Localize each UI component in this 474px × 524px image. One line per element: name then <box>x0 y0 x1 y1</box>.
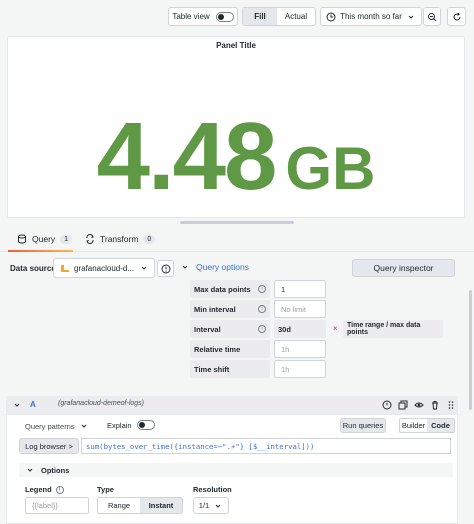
interval-value: 30d <box>274 320 326 338</box>
data-source-help-button[interactable] <box>157 260 174 277</box>
tab-transform-label: Transform <box>100 234 139 244</box>
zoom-out-button[interactable] <box>423 7 441 26</box>
table-view-toggle[interactable]: Table view <box>168 7 238 26</box>
panel-preview: Panel Title 4.48 GB <box>7 36 465 218</box>
stat-number: 4.48 <box>96 103 278 210</box>
pane-splitter[interactable] <box>180 221 294 224</box>
query-options-grid: Max data points i 1 Min interval i No li… <box>190 280 330 380</box>
data-source-name: grafanacloud-d... <box>74 263 135 273</box>
query-expression-editor[interactable]: sum(bytes_over_time({instance=~".+"} [$_… <box>81 438 451 454</box>
explain-toggle[interactable]: Explain <box>107 420 155 430</box>
relative-time-input[interactable]: 1h <box>274 340 326 358</box>
query-options-title: Query options <box>196 262 249 272</box>
drag-icon[interactable] <box>446 400 456 410</box>
query-datasource-name: (grafanacloud-demeof-logs) <box>58 400 144 407</box>
transform-icon <box>86 234 94 244</box>
stat-value: 4.48 GB <box>8 109 464 205</box>
chevron-down-icon <box>215 504 221 508</box>
type-label: Type <box>97 485 114 494</box>
tab-query[interactable]: Query 1 <box>17 234 73 244</box>
tab-transform[interactable]: Transform 0 <box>85 234 156 244</box>
query-options-toggle[interactable]: Query options <box>180 262 249 272</box>
legend-label: Legend <box>25 485 52 494</box>
explain-switch[interactable] <box>136 420 155 430</box>
clock-icon <box>326 12 336 21</box>
database-icon <box>18 234 26 244</box>
tab-query-count: 1 <box>60 234 73 244</box>
resolution-value: 1/1 <box>198 501 210 510</box>
query-patterns-dropdown[interactable]: Query patterns <box>25 421 89 431</box>
query-type-switch: Range Instant <box>97 497 183 514</box>
table-view-switch[interactable] <box>215 11 234 22</box>
interval-explanation: Time range / max data points <box>343 320 443 338</box>
options-title: Options <box>41 465 70 475</box>
info-icon: i <box>55 485 64 494</box>
loki-icon <box>60 263 70 273</box>
help-icon <box>161 264 170 273</box>
explain-label: Explain <box>107 420 132 430</box>
min-interval-input[interactable]: No limit <box>274 300 326 318</box>
legend-label-group: Legend i <box>25 485 64 494</box>
actual-button[interactable]: Actual <box>277 8 315 25</box>
query-editor: Query patterns Explain Run queries Build… <box>6 414 458 524</box>
query-row-header: A (grafanacloud-demeof-logs) <box>6 396 458 414</box>
type-instant-button[interactable]: Instant <box>140 498 182 513</box>
refresh-icon <box>453 12 460 20</box>
info-icon: i <box>258 325 266 333</box>
stat-unit: GB <box>285 135 376 202</box>
panel-editor-toolbar: Table view Fill Actual This month so far <box>0 0 474 34</box>
chevron-down-icon <box>141 266 147 270</box>
data-source-label: Data source <box>10 264 56 273</box>
resolution-label: Resolution <box>193 485 232 494</box>
log-browser-button[interactable]: Log browser > <box>19 438 79 454</box>
query-ref-id[interactable]: A <box>30 400 36 409</box>
fill-actual-group: Fill Actual <box>242 7 316 26</box>
trash-icon[interactable] <box>430 400 440 410</box>
time-range-label: This month so far <box>340 12 402 21</box>
relative-time-label: Relative time <box>190 340 270 358</box>
chevron-down-icon <box>182 265 188 269</box>
chevron-down-icon <box>81 424 86 428</box>
options-section-toggle[interactable]: Options <box>19 463 453 477</box>
interval-multiply-sign: × <box>333 324 338 333</box>
editor-mode-switch: Builder Code <box>399 418 455 433</box>
type-range-button[interactable]: Range <box>98 498 140 513</box>
eye-icon[interactable] <box>414 400 424 410</box>
data-source-picker[interactable]: grafanacloud-d... <box>53 258 155 278</box>
tab-query-label: Query <box>32 234 56 244</box>
editor-tabs: Query 1 Transform 0 <box>0 226 474 252</box>
help-icon[interactable] <box>382 400 392 410</box>
time-shift-input[interactable]: 1h <box>274 360 326 378</box>
max-data-points-input[interactable]: 1 <box>274 280 326 298</box>
info-icon: i <box>258 305 266 313</box>
panel-title: Panel Title <box>216 41 256 50</box>
query-patterns-label: Query patterns <box>25 421 75 431</box>
chevron-down-icon <box>408 15 414 19</box>
chevron-down-icon <box>27 468 33 472</box>
code-mode-button[interactable]: Code <box>427 419 454 432</box>
editor-scrollbar[interactable] <box>469 290 472 410</box>
table-view-label: Table view <box>172 12 210 21</box>
refresh-button[interactable] <box>447 7 466 26</box>
run-queries-button[interactable]: Run queries <box>340 418 386 433</box>
tab-transform-count: 0 <box>143 234 156 244</box>
info-icon: i <box>258 285 266 293</box>
time-range-picker[interactable]: This month so far <box>320 7 422 26</box>
zoom-out-icon <box>428 12 437 21</box>
legend-input[interactable]: {{label}} <box>25 497 89 514</box>
active-tab-indicator <box>8 250 73 252</box>
builder-mode-button[interactable]: Builder <box>400 419 427 432</box>
query-inspector-button[interactable]: Query inspector <box>352 259 455 277</box>
fill-button[interactable]: Fill <box>243 8 277 25</box>
resolution-select[interactable]: 1/1 <box>193 497 229 514</box>
time-shift-label: Time shift <box>190 360 270 378</box>
copy-icon[interactable] <box>398 400 408 410</box>
chevron-down-icon[interactable] <box>12 400 22 410</box>
